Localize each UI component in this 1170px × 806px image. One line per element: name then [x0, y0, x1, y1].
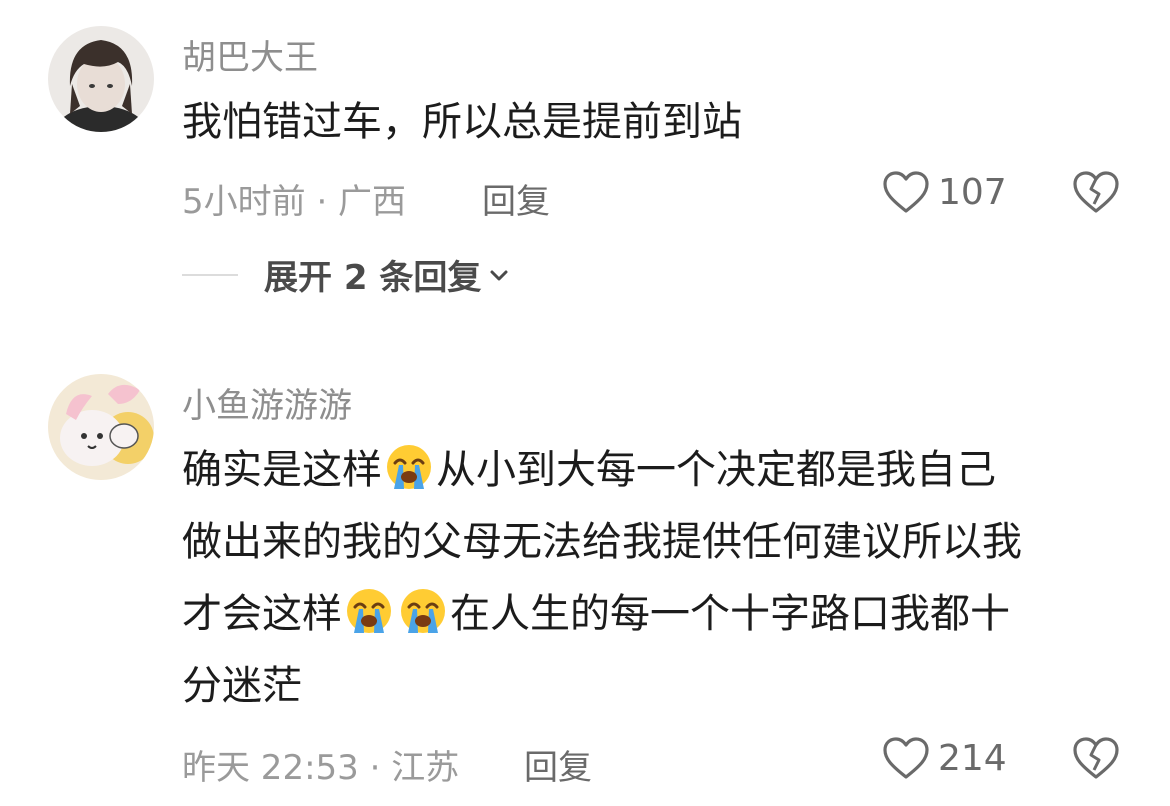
loudly-crying-face-emoji: [347, 589, 391, 633]
broken-heart-icon: [1073, 171, 1119, 213]
avatar-image: [48, 374, 154, 480]
comment-text-line: 才会这样 在人生的每一个十字路口我都十: [182, 578, 1122, 650]
comment-text-line: 确实是这样 从小到大每一个决定都是我自己: [182, 434, 1122, 506]
heart-outline-icon: [883, 737, 929, 779]
heart-outline-icon: [883, 171, 929, 213]
broken-heart-icon: [1073, 737, 1119, 779]
dislike-button[interactable]: [1072, 736, 1120, 784]
like-count: 107: [938, 171, 1007, 213]
comment-text: 确实是这样 从小到大每一个决定都是我自己 做出来的我的父母无法给我提供任何建议所…: [182, 434, 1122, 722]
text-segment: 确实是这样: [182, 447, 382, 493]
text-segment: 才会这样: [182, 591, 342, 637]
reply-button[interactable]: 回复: [524, 740, 592, 789]
expand-replies[interactable]: 展开 2 条回复: [182, 250, 511, 299]
comment-text: 我怕错过车，所以总是提前到站: [182, 86, 1122, 158]
expand-divider: [182, 273, 238, 276]
text-segment: 在人生的每一个十字路口我都十: [450, 591, 1010, 637]
like-button[interactable]: 107: [882, 170, 1007, 214]
avatar-image: [48, 26, 154, 132]
like-button[interactable]: 214: [882, 736, 1007, 780]
comment-text-line: 我怕错过车，所以总是提前到站: [182, 99, 742, 145]
loudly-crying-face-emoji: [387, 445, 431, 489]
comment-item: 小鱼游游游 确实是这样 从小到大每一个决定都是我自己 做出来的我的父母无法给我提…: [0, 360, 1170, 806]
text-segment: 从小到大每一个决定都是我自己: [436, 447, 996, 493]
expand-replies-label[interactable]: 展开 2 条回复: [264, 250, 481, 299]
loudly-crying-face-emoji: [401, 589, 445, 633]
dislike-button[interactable]: [1072, 170, 1120, 218]
comment-time-location: 昨天 22:53 · 江苏: [182, 748, 460, 788]
comment-item: 胡巴大王 我怕错过车，所以总是提前到站 5小时前 · 广西 回复 107 展开 …: [0, 0, 1170, 330]
avatar[interactable]: [48, 26, 154, 132]
username[interactable]: 小鱼游游游: [182, 378, 352, 427]
comment-text-line: 做出来的我的父母无法给我提供任何建议所以我: [182, 519, 1022, 565]
comment-time-location: 5小时前 · 广西: [182, 182, 407, 222]
like-count: 214: [938, 737, 1007, 779]
username[interactable]: 胡巴大王: [182, 30, 318, 79]
comment-text-line: 分迷茫: [182, 663, 302, 709]
chevron-down-icon: [490, 270, 508, 280]
avatar[interactable]: [48, 374, 154, 480]
reply-button[interactable]: 回复: [482, 174, 550, 223]
